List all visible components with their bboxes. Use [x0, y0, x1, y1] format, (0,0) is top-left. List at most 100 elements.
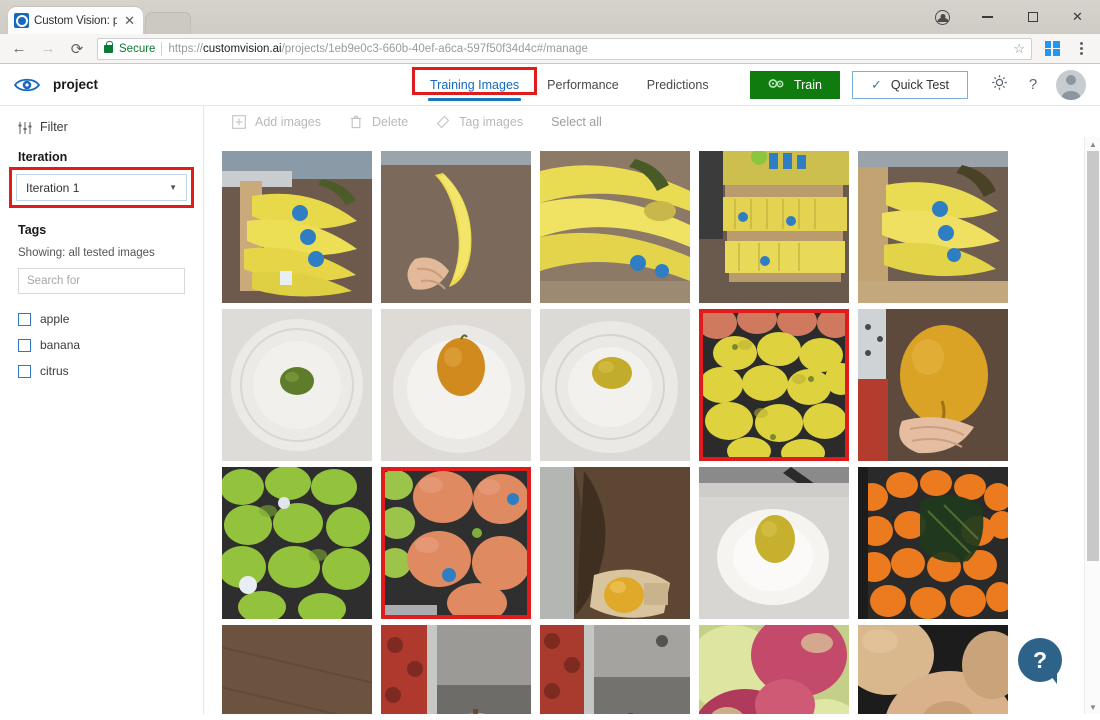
image-cell-green-limes-bin[interactable]	[222, 467, 372, 619]
tab-performance-label: Performance	[547, 77, 619, 92]
image-cell-green-apple-store[interactable]	[540, 625, 690, 714]
scroll-down-arrow-icon[interactable]: ▼	[1085, 700, 1100, 714]
help-widget-button[interactable]: ?	[1018, 638, 1064, 684]
url-text: https://customvision.ai/projects/1eb9e0c…	[168, 43, 1007, 55]
thumbnail-photo	[858, 625, 1008, 714]
back-button[interactable]: ←	[6, 36, 32, 62]
window-controls: ✕	[920, 0, 1100, 34]
showing-text: Showing: all tested images	[18, 247, 155, 259]
app-body: Filter Iteration Iteration 1 ▼ Tags Show…	[0, 106, 1100, 714]
customvision-icon	[14, 13, 29, 28]
image-cell-orange-on-plate[interactable]	[381, 309, 531, 461]
thumbnail-photo	[858, 151, 1008, 303]
close-window-button[interactable]: ✕	[1055, 0, 1100, 34]
extension-button[interactable]	[1039, 36, 1065, 62]
reload-button[interactable]: ⟳	[64, 36, 90, 62]
delete-button[interactable]: Delete	[335, 115, 422, 129]
thumbnail-photo	[858, 467, 1008, 619]
avatar[interactable]	[1056, 69, 1086, 100]
vertical-scrollbar[interactable]: ▲ ▼	[1084, 137, 1100, 714]
image-grid-scroll-area: ▲ ▼	[204, 137, 1100, 714]
help-bubble-tail	[1048, 672, 1057, 684]
scroll-up-arrow-icon[interactable]: ▲	[1085, 137, 1100, 151]
brand-area[interactable]: project	[0, 76, 204, 94]
image-cell-bananas-crate-stickers[interactable]	[222, 151, 372, 303]
tag-item-citrus[interactable]: citrus	[0, 358, 203, 384]
forward-button[interactable]: →	[35, 36, 61, 62]
tag-item-banana[interactable]: banana	[0, 332, 203, 358]
image-cell-lime-on-plate[interactable]	[222, 309, 372, 461]
image-cell-bananas-wooden-crate[interactable]	[858, 151, 1008, 303]
image-cell-oranges-mesh-bags[interactable]	[858, 467, 1008, 619]
thumbnail-photo	[699, 151, 849, 303]
search-input[interactable]	[27, 275, 176, 287]
train-button[interactable]: Train	[749, 70, 840, 99]
iteration-selected-value: Iteration 1	[26, 180, 80, 195]
image-cell-grapefruits-bin[interactable]	[381, 467, 531, 619]
image-cell-lemons-in-bin[interactable]	[699, 309, 849, 461]
tag-images-button[interactable]: Tag images	[422, 115, 537, 129]
windows-logo-icon	[1044, 41, 1060, 56]
image-cell-lemon-on-plate[interactable]	[540, 309, 690, 461]
url-domain: customvision.ai	[202, 42, 282, 55]
header-actions: Train ✓ Quick Test ?	[749, 68, 1100, 102]
add-image-icon	[232, 114, 246, 129]
iteration-select[interactable]: Iteration 1 ▼	[16, 174, 187, 201]
new-tab-button[interactable]	[144, 12, 192, 34]
close-icon[interactable]: ✕	[122, 14, 137, 27]
tag-images-label: Tag images	[459, 114, 524, 129]
maximize-button[interactable]	[1010, 0, 1055, 34]
quick-test-button[interactable]: ✓ Quick Test	[851, 70, 968, 99]
tab-training-images[interactable]: Training Images	[412, 64, 538, 106]
select-all-button[interactable]: Select all	[537, 115, 616, 129]
checkbox-apple[interactable]	[18, 312, 31, 326]
image-cell-red-apple-held[interactable]	[222, 625, 372, 714]
help-button[interactable]: ?	[1016, 68, 1050, 102]
main-content: Add images Delete Tag images Select all …	[204, 106, 1100, 714]
tag-icon	[436, 115, 450, 129]
select-all-label: Select all	[551, 114, 602, 129]
add-images-button[interactable]: Add images	[218, 115, 335, 129]
iteration-heading: Iteration	[18, 150, 68, 164]
tab-predictions-label: Predictions	[646, 77, 709, 92]
checkbox-citrus[interactable]	[18, 364, 31, 378]
image-cell-green-apple-held[interactable]	[381, 625, 531, 714]
browser-titlebar: Custom Vision: project - T ✕ ✕	[0, 0, 1100, 34]
image-cell-pink-apples-closeup[interactable]	[699, 625, 849, 714]
bookmark-star-icon[interactable]: ☆	[1013, 41, 1025, 57]
thumbnail-photo	[222, 467, 372, 619]
image-cell-large-citrus-held[interactable]	[858, 309, 1008, 461]
image-cell-banana-bunch-closeup[interactable]	[540, 151, 690, 303]
address-bar[interactable]: Secure https://customvision.ai/projects/…	[97, 37, 1032, 60]
minimize-button[interactable]	[965, 0, 1010, 34]
tab-performance[interactable]: Performance	[533, 64, 633, 106]
thumbnail-photo	[540, 309, 690, 461]
tag-search-box[interactable]	[18, 268, 185, 294]
browser-tab[interactable]: Custom Vision: project - T ✕	[8, 7, 143, 34]
kebab-menu-icon	[1079, 42, 1083, 55]
thumbnail-photo	[222, 309, 372, 461]
image-cell-lemon-in-paper-bag[interactable]	[540, 467, 690, 619]
image-grid	[204, 137, 1100, 714]
filter-button[interactable]: Filter	[0, 120, 203, 134]
image-cell-banana-display-store[interactable]	[699, 151, 849, 303]
browser-profile-button[interactable]	[920, 0, 965, 34]
project-name: project	[53, 77, 99, 92]
thumbnail-photo	[540, 625, 690, 714]
sidebar: Filter Iteration Iteration 1 ▼ Tags Show…	[0, 106, 204, 714]
tab-predictions[interactable]: Predictions	[633, 64, 723, 106]
thumbnail-photo	[699, 625, 849, 714]
browser-navigation-bar: ← → ⟳ Secure https://customvision.ai/pro…	[0, 34, 1100, 64]
settings-button[interactable]	[982, 68, 1016, 102]
image-cell-apple-macro[interactable]	[858, 625, 1008, 714]
image-cell-single-banana-held[interactable]	[381, 151, 531, 303]
maximize-icon	[1027, 12, 1038, 22]
checkbox-banana[interactable]	[18, 338, 31, 352]
tag-label-apple: apple	[40, 312, 70, 326]
browser-menu-button[interactable]	[1068, 36, 1094, 62]
image-cell-lemon-on-white-plate[interactable]	[699, 467, 849, 619]
thumbnail-photo	[699, 309, 849, 461]
iteration-select-wrapper: Iteration 1 ▼	[0, 167, 203, 208]
tag-item-apple[interactable]: apple	[0, 306, 203, 332]
scrollbar-thumb[interactable]	[1087, 151, 1099, 561]
